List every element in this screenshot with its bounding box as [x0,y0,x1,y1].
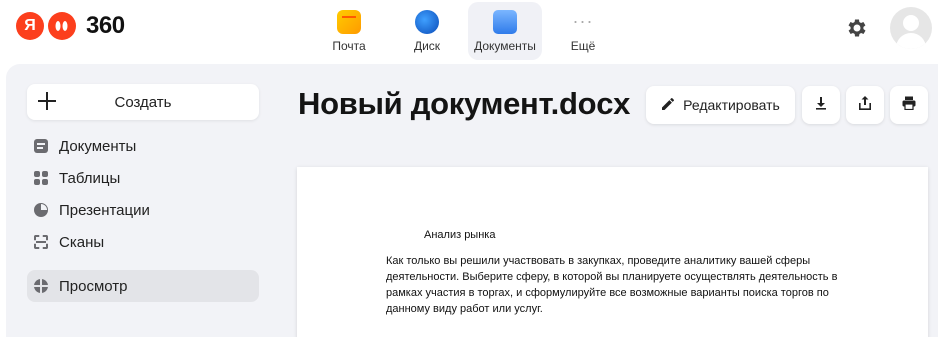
sidebar-item-label: Презентации [59,201,150,219]
tables-icon [33,170,49,186]
yandex-logo-icon: Я [16,12,44,40]
create-button[interactable]: Создать [27,84,259,120]
sidebar-item-label: Таблицы [59,169,121,187]
app-disk[interactable]: Диск [390,2,464,60]
app-mail[interactable]: Почта [312,2,386,60]
more-icon: ··· [572,11,594,31]
app-more[interactable]: ··· Ещё [546,2,620,60]
app-disk-label: Диск [413,38,441,53]
edit-button-label: Редактировать [683,97,780,113]
download-icon [814,96,828,114]
plus-icon [37,91,57,111]
avatar[interactable] [890,7,932,49]
logo-text: 360 [86,12,125,39]
app-more-label: Ещё [570,38,596,53]
app-mail-label: Почта [332,38,366,53]
sidebar-item-documents[interactable]: Документы [27,130,259,162]
document-title: Новый документ.docx [298,86,631,121]
sidebar-item-tables[interactable]: Таблицы [27,162,259,194]
document-line: данному виду работ или услуг. [386,303,543,315]
app-switcher: Почта Диск Документы ··· Ещё [312,2,620,60]
avatar-head [903,15,919,31]
documents-icon [493,9,517,34]
gear-icon[interactable] [845,16,869,40]
document-line: Как только вы решили участвовать в закуп… [386,255,811,267]
app-documents[interactable]: Документы [468,2,542,60]
create-button-label: Создать [114,93,172,111]
print-button[interactable] [890,86,928,124]
sidebar-item-label: Сканы [59,233,105,251]
document-page: Анализ рынка Как только вы решили участв… [297,167,928,337]
ring-logo-icon [48,12,76,40]
sidebar-item-scans[interactable]: Сканы [27,226,259,258]
sidebar-item-label: Просмотр [59,277,128,295]
documents-icon [33,138,49,154]
presentation-icon [33,202,49,218]
document-heading: Анализ рынка [424,229,496,241]
scan-icon [33,234,49,250]
sidebar-item-presentations[interactable]: Презентации [27,194,259,226]
sidebar-item-label: Документы [59,137,137,155]
download-button[interactable] [802,86,840,124]
avatar-body [896,33,926,49]
top-bar: Я 360 Почта Диск Документы ··· Ещё [0,0,938,64]
main-content: Новый документ.docx Редактировать Анализ… [278,64,938,337]
disk-icon [415,9,439,34]
edit-button[interactable]: Редактировать [646,86,795,124]
globe-icon [33,278,49,294]
document-line: рамках участия в торгах, и сформулируйте… [386,287,829,299]
share-button[interactable] [846,86,884,124]
document-line: деятельности. Выберите сферу, в которой … [386,271,838,283]
sidebar-nav: Документы Таблицы Презентации Сканы Прос… [27,130,259,302]
sidebar-item-view[interactable]: Просмотр [27,270,259,302]
yandex-360-logo[interactable]: Я 360 [16,12,125,40]
app-documents-label: Документы [474,38,536,53]
pencil-icon [661,97,675,114]
sidebar: Создать Документы Таблицы Презентации Ск… [6,64,278,337]
document-body: Как только вы решили участвовать в закуп… [386,253,886,317]
print-icon [902,96,916,114]
mail-icon [337,9,361,34]
share-icon [858,96,872,114]
